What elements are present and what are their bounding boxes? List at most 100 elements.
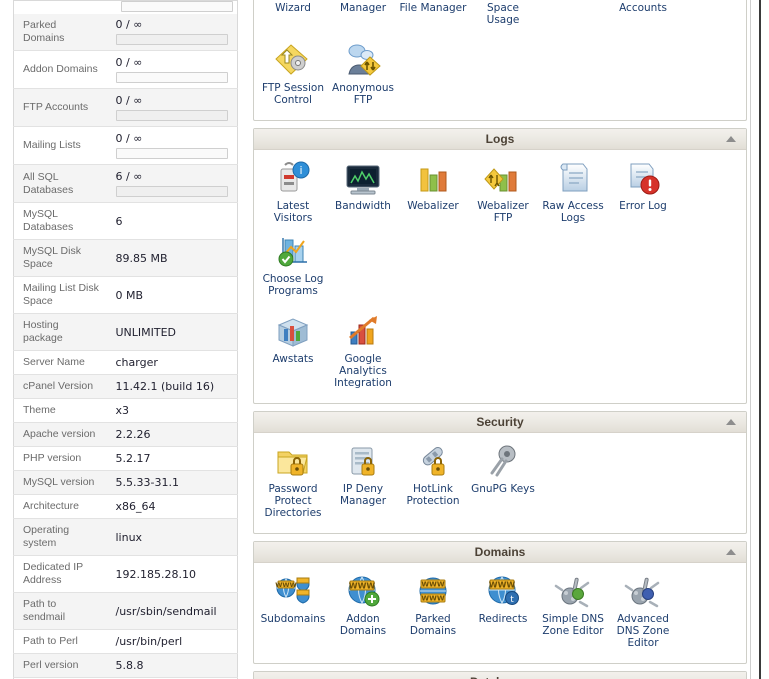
section-title: Domains <box>474 545 526 559</box>
anonymous-ftp-icon <box>329 40 397 80</box>
stats-value: 89.85 MB <box>107 240 238 277</box>
usage-meter <box>115 72 228 83</box>
feature-tile-label: Space Usage <box>486 2 520 26</box>
page-border-inner <box>750 0 751 679</box>
feature-tile[interactable]: HotLink Protection <box>398 441 468 519</box>
section-header-domains[interactable]: Domains <box>254 542 746 563</box>
collapse-triangle-icon[interactable] <box>726 136 736 142</box>
feature-tile[interactable]: Raw Access Logs <box>538 158 608 224</box>
feature-tile[interactable]: Google Analytics Integration <box>328 311 398 389</box>
stats-label: Dedicated IP Address <box>23 561 83 586</box>
feature-tile[interactable]: Advanced DNS Zone Editor <box>608 571 678 649</box>
stats-sidebar: Parked Domains 0 / ∞ Addon Domains 0 / ∞ FTP… <box>0 0 250 679</box>
feature-tile[interactable]: Wizard <box>258 0 328 26</box>
section-row: WWW Subdomains WWW Addon Domains WWW WWW Parke… <box>254 563 746 663</box>
stats-row: FTP Accounts 0 / ∞ <box>13 88 238 127</box>
collapse-triangle-icon[interactable] <box>726 419 736 425</box>
awstats-icon <box>259 311 327 351</box>
stats-value: 0 / ∞ <box>107 89 238 127</box>
stats-value: /usr/bin/perl <box>107 630 238 654</box>
stats-label: MySQL Databases <box>23 208 74 233</box>
feature-tile[interactable]: Accounts <box>608 0 678 26</box>
section-header-databases[interactable]: Databases <box>254 672 746 679</box>
feature-tile[interactable]: Space Usage <box>468 0 538 26</box>
feature-tile[interactable]: WWW t Redirects <box>468 571 538 649</box>
stats-row: All SQL Databases 6 / ∞ <box>13 164 238 203</box>
stats-value: 0 / ∞ <box>107 127 238 165</box>
gnupg-keys-icon <box>469 441 537 481</box>
section-databases: DatabasesMySQLMySQL® DatabasesMySQLMySQL… <box>253 671 747 679</box>
stats-row: Dedicated IP Address 192.185.28.10 <box>13 556 238 593</box>
webalizer-icon <box>399 158 467 198</box>
stats-value-text: 0 / ∞ <box>115 18 143 31</box>
feature-tile[interactable]: Anonymous FTP <box>328 40 398 106</box>
feature-tile[interactable]: Simple DNS Zone Editor <box>538 571 608 649</box>
stats-value: 5.2.17 <box>107 447 238 471</box>
feature-tile[interactable]: i Latest Visitors <box>258 158 328 224</box>
feature-tile[interactable]: WWW Subdomains <box>258 571 328 649</box>
stats-value-text: 11.42.1 (build 16) <box>115 380 215 393</box>
feature-tile[interactable]: Bandwidth <box>328 158 398 224</box>
feature-tile[interactable]: Webalizer <box>398 158 468 224</box>
password-protect-directories-icon <box>259 441 327 481</box>
stats-label: Server Name <box>23 356 85 368</box>
page-columns: Parked Domains 0 / ∞ Addon Domains 0 / ∞ FTP… <box>0 0 769 679</box>
svg-text:i: i <box>299 164 302 177</box>
usage-meter <box>121 1 233 12</box>
feature-tile-label: Bandwidth <box>335 200 391 212</box>
stats-row: Mailing Lists 0 / ∞ <box>13 127 238 165</box>
feature-tile[interactable]: GnuPG Keys <box>468 441 538 519</box>
feature-tile[interactable]: IP Deny Manager <box>328 441 398 519</box>
feature-tile[interactable]: WWW Addon Domains <box>328 571 398 649</box>
section-title: Databases <box>470 675 530 679</box>
feature-tile[interactable]: Awstats <box>258 311 328 389</box>
feature-tile-label: FTP Session Control <box>261 82 324 106</box>
stats-value: x86_64 <box>107 495 238 519</box>
svg-text:WWW: WWW <box>421 595 444 603</box>
stats-row: PHP version 5.2.17 <box>13 447 238 471</box>
section-header-logs[interactable]: Logs <box>254 129 746 150</box>
feature-tile[interactable]: Webalizer FTP <box>468 158 538 224</box>
feature-tile[interactable]: WWW WWW Parked Domains <box>398 571 468 649</box>
stats-row: MySQL Databases 6 <box>13 203 238 240</box>
feature-tile-label: Parked Domains <box>409 613 457 637</box>
feature-tile[interactable]: Password Protect Directories <box>258 441 328 519</box>
stats-label: PHP version <box>23 452 82 464</box>
google-analytics-icon <box>329 311 397 351</box>
section-security: Security Password Protect Directories IP D… <box>253 411 747 534</box>
stats-label: Path to sendmail <box>23 598 66 623</box>
svg-text:WWW: WWW <box>349 582 376 591</box>
stats-value: 2.2.26 <box>107 423 238 447</box>
feature-tile[interactable]: Error Log <box>608 158 678 224</box>
svg-text:WWW: WWW <box>489 581 516 590</box>
feature-tile[interactable]: File Manager <box>398 0 468 26</box>
feature-tile[interactable]: Choose Log Programs <box>258 231 328 297</box>
section-row: i Latest Visitors Bandwidth Webalizer Webali… <box>254 150 746 311</box>
stats-value-text: /usr/bin/perl <box>115 635 183 648</box>
stats-label: Perl version <box>23 659 79 671</box>
feature-tile-label: GnuPG Keys <box>471 483 535 495</box>
stats-row: Apache version 2.2.26 <box>13 422 238 447</box>
feature-sections: Wizard Manager File Manager Space Usage Acco… <box>250 0 769 679</box>
collapse-triangle-icon[interactable] <box>726 549 736 555</box>
section-header-security[interactable]: Security <box>254 412 746 433</box>
advanced-dns-zone-editor-icon <box>609 571 677 611</box>
section-row: FTP Session Control Anonymous FTP <box>254 40 746 120</box>
stats-value: charger <box>107 351 238 375</box>
simple-dns-zone-editor-icon <box>539 571 607 611</box>
stats-value-text: 192.185.28.10 <box>115 567 196 581</box>
feature-tile-label: Anonymous FTP <box>332 82 394 106</box>
stats-row: Hosting package UNLIMITED <box>13 313 238 351</box>
stats-row: Path to sendmail/usr/sbin/sendmail <box>13 592 238 630</box>
section-title: Logs <box>485 132 515 146</box>
stats-row: MySQL version 5.5.33-31.1 <box>13 470 238 495</box>
stats-value-text: 0 / ∞ <box>115 132 143 145</box>
svg-text:WWW: WWW <box>275 581 297 589</box>
feature-tile[interactable]: Manager <box>328 0 398 26</box>
addon-domains-icon: WWW <box>329 571 397 611</box>
ip-deny-manager-icon <box>329 441 397 481</box>
stats-value-text: 2.2.26 <box>115 428 151 441</box>
section-row: Wizard Manager File Manager Space Usage Acco… <box>254 0 746 40</box>
feature-tile[interactable]: FTP Session Control <box>258 40 328 106</box>
error-log-icon <box>609 158 677 198</box>
